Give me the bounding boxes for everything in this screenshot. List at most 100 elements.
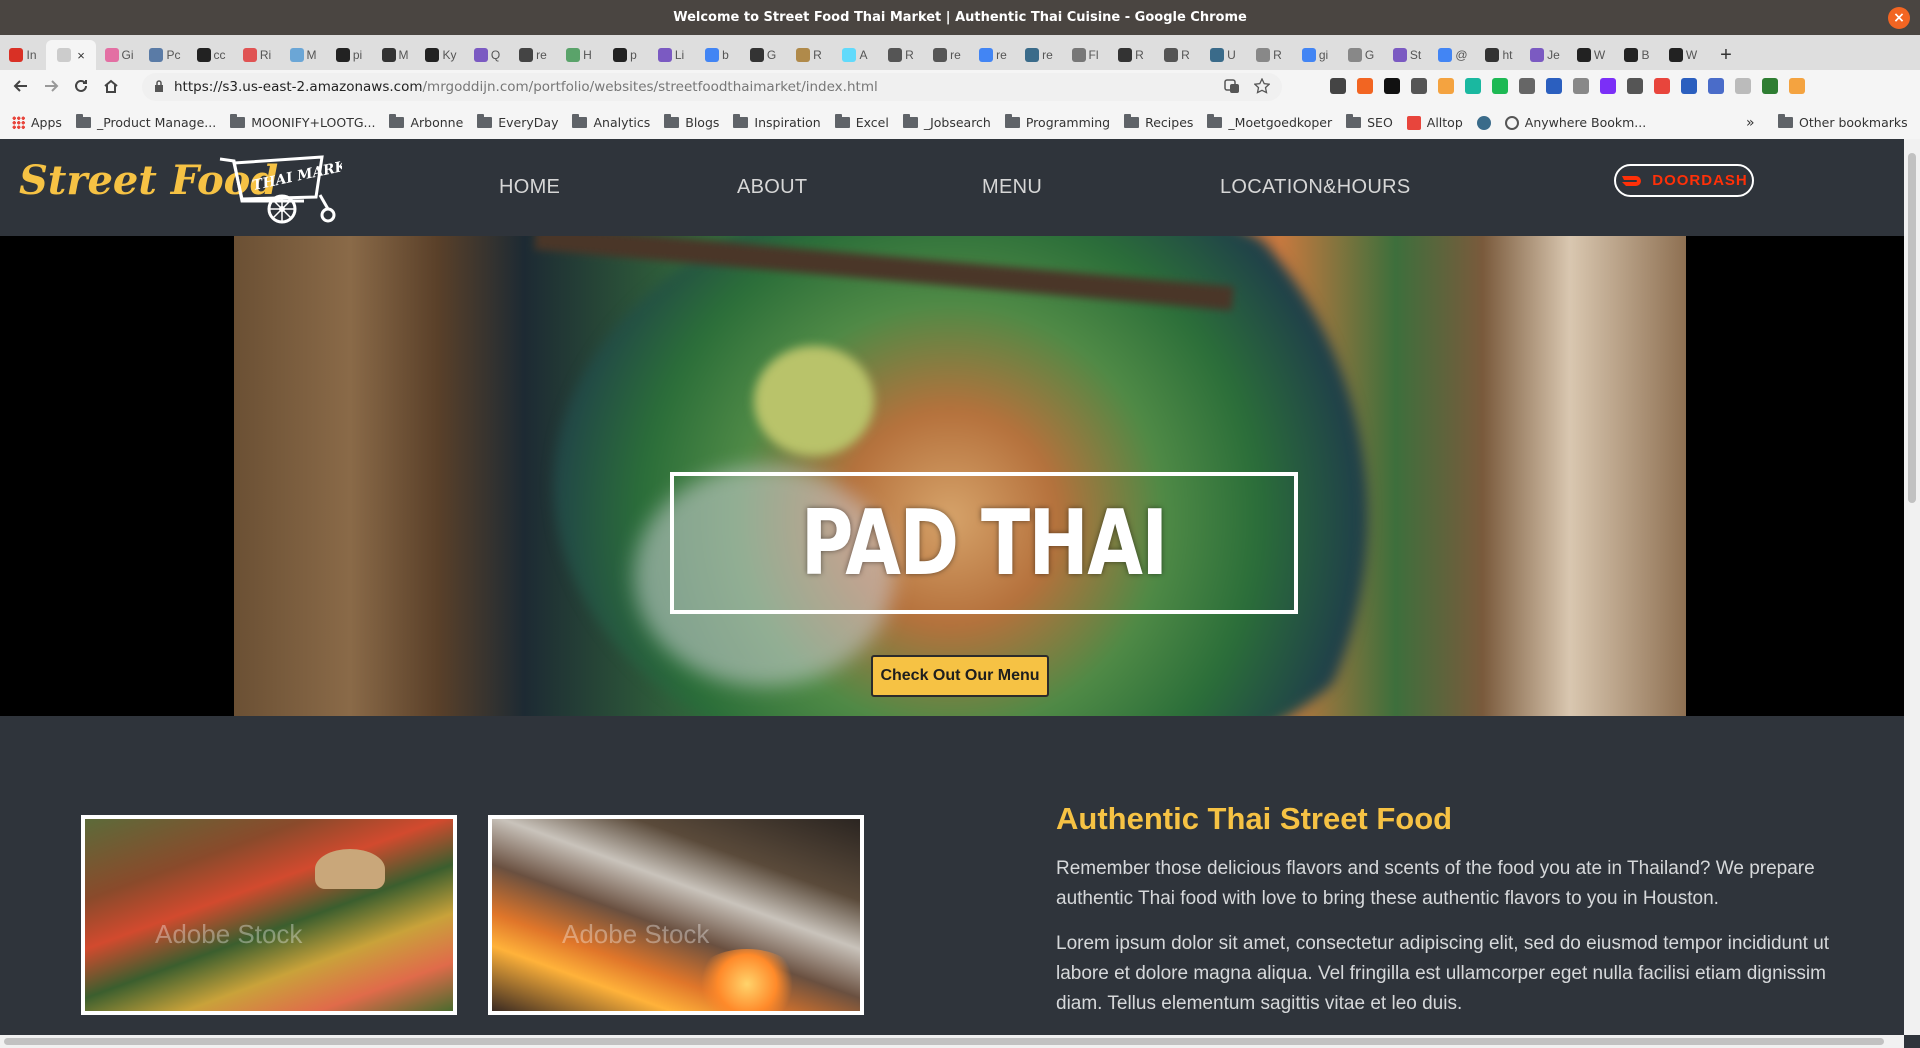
extension-icon[interactable] xyxy=(1735,78,1751,94)
browser-tab[interactable]: p xyxy=(602,40,648,70)
bookmark-label: Recipes xyxy=(1145,115,1194,130)
translate-icon[interactable] xyxy=(1224,78,1240,98)
bookmark-item[interactable]: Excel xyxy=(834,114,889,130)
address-bar[interactable]: https://s3.us-east-2.amazonaws.com/mrgod… xyxy=(142,73,1282,101)
bookmark-item[interactable]: Anywhere Bookm... xyxy=(1504,115,1646,130)
browser-tab[interactable]: cc xyxy=(188,40,234,70)
browser-tab[interactable]: Pc xyxy=(142,40,188,70)
back-button[interactable] xyxy=(6,78,36,99)
browser-tab[interactable]: R xyxy=(1108,40,1154,70)
browser-tab[interactable]: R xyxy=(786,40,832,70)
extension-icon[interactable] xyxy=(1573,78,1589,94)
bookmark-item[interactable]: _Jobsearch xyxy=(902,114,991,130)
bookmark-other[interactable]: Other bookmarks xyxy=(1778,114,1908,130)
extension-icon[interactable] xyxy=(1384,78,1400,94)
tab-close-icon[interactable]: × xyxy=(77,48,85,63)
browser-tab[interactable]: Ky xyxy=(418,40,464,70)
browser-tab[interactable]: St xyxy=(1384,40,1430,70)
extension-icon[interactable] xyxy=(1546,78,1562,94)
browser-tab[interactable]: ht xyxy=(1476,40,1522,70)
window-close-button[interactable]: × xyxy=(1888,7,1910,29)
doordash-button[interactable]: DOORDASH xyxy=(1614,164,1754,197)
bookmark-item[interactable]: Recipes xyxy=(1124,114,1194,130)
browser-tab[interactable]: × xyxy=(46,40,96,70)
browser-tab[interactable]: Fl xyxy=(1062,40,1108,70)
browser-tab[interactable]: M xyxy=(280,40,326,70)
browser-tab[interactable]: A xyxy=(832,40,878,70)
bookmark-item[interactable]: EveryDay xyxy=(477,114,558,130)
browser-tab[interactable]: Je xyxy=(1522,40,1568,70)
extension-icon[interactable] xyxy=(1789,78,1805,94)
nav-location-hours[interactable]: LOCATION&HOURS xyxy=(1220,176,1411,199)
browser-tab[interactable]: Li xyxy=(648,40,694,70)
bookmark-item[interactable]: Programming xyxy=(1004,114,1110,130)
floating-market-photo: Adobe Stock xyxy=(81,815,457,1015)
browser-tab[interactable]: W xyxy=(1660,40,1706,70)
bookmark-item[interactable]: _Moetgoedkoper xyxy=(1207,114,1332,130)
extension-icon[interactable] xyxy=(1330,78,1346,94)
browser-tab[interactable]: re xyxy=(924,40,970,70)
browser-tab[interactable]: @ xyxy=(1430,40,1476,70)
browser-tab[interactable]: H xyxy=(556,40,602,70)
extension-icon[interactable] xyxy=(1681,78,1697,94)
browser-tab[interactable]: re xyxy=(970,40,1016,70)
extension-icon[interactable] xyxy=(1654,78,1670,94)
bookmark-item[interactable]: Arbonne xyxy=(389,114,463,130)
home-button[interactable] xyxy=(96,78,126,99)
extension-icon[interactable] xyxy=(1600,78,1616,94)
browser-tab[interactable]: Q xyxy=(464,40,510,70)
bookmark-item[interactable]: Alltop xyxy=(1406,115,1463,130)
bookmark-item[interactable]: MOONIFY+LOOTG... xyxy=(230,114,375,130)
browser-tab[interactable]: re xyxy=(1016,40,1062,70)
extension-icon[interactable] xyxy=(1519,78,1535,94)
bookmark-star-icon[interactable] xyxy=(1253,77,1271,98)
window-titlebar: Welcome to Street Food Thai Market | Aut… xyxy=(0,0,1920,35)
check-out-menu-button[interactable]: Check Out Our Menu xyxy=(871,655,1049,697)
extension-icon[interactable] xyxy=(1762,78,1778,94)
browser-tab[interactable]: M xyxy=(372,40,418,70)
bookmark-apps[interactable]: Apps xyxy=(12,115,62,130)
vertical-scroll-thumb[interactable] xyxy=(1908,153,1916,503)
browser-tab[interactable]: U xyxy=(1200,40,1246,70)
browser-tab[interactable]: R xyxy=(1154,40,1200,70)
browser-tab[interactable]: R xyxy=(1246,40,1292,70)
bookmark-item[interactable] xyxy=(1476,115,1491,130)
browser-tab[interactable]: G xyxy=(1338,40,1384,70)
browser-tab[interactable]: Ri xyxy=(234,40,280,70)
nav-menu[interactable]: MENU xyxy=(982,176,1042,199)
horizontal-scroll-thumb[interactable] xyxy=(4,1038,1884,1045)
extension-icon[interactable] xyxy=(1492,78,1508,94)
extension-icon[interactable] xyxy=(1411,78,1427,94)
forward-button[interactable] xyxy=(36,78,66,99)
nav-about[interactable]: ABOUT xyxy=(737,176,807,199)
browser-tab[interactable]: B xyxy=(1614,40,1660,70)
browser-tab[interactable]: gi xyxy=(1292,40,1338,70)
extension-icon[interactable] xyxy=(1708,78,1724,94)
browser-tab[interactable]: pi xyxy=(326,40,372,70)
browser-tab[interactable]: W xyxy=(1568,40,1614,70)
nav-home[interactable]: HOME xyxy=(499,176,560,199)
extension-icon[interactable] xyxy=(1627,78,1643,94)
bookmark-item[interactable]: _Product Manage... xyxy=(75,114,216,130)
browser-tab[interactable]: In xyxy=(0,40,46,70)
reload-button[interactable] xyxy=(66,78,96,99)
alltop-icon xyxy=(1406,115,1421,130)
bookmark-list: _Product Manage... MOONIFY+LOOTG... Arbonn… xyxy=(62,114,1646,130)
browser-tab[interactable]: b xyxy=(694,40,740,70)
bookmark-item[interactable]: Inspiration xyxy=(733,114,821,130)
extension-icon[interactable] xyxy=(1357,78,1373,94)
browser-tab[interactable]: R xyxy=(878,40,924,70)
new-tab-button[interactable]: + xyxy=(1706,40,1746,70)
bookmark-item[interactable]: SEO xyxy=(1346,114,1393,130)
thai-market-cart-logo-icon[interactable]: THAI MARKET xyxy=(212,151,342,225)
bookmarks-overflow-button[interactable]: » xyxy=(1746,115,1755,131)
bookmark-item[interactable]: Analytics xyxy=(572,114,650,130)
extension-icon[interactable] xyxy=(1465,78,1481,94)
horizontal-scrollbar[interactable] xyxy=(0,1035,1904,1048)
browser-tab[interactable]: G xyxy=(740,40,786,70)
bookmark-item[interactable]: Blogs xyxy=(664,114,719,130)
browser-tab[interactable]: re xyxy=(510,40,556,70)
extension-icon[interactable] xyxy=(1438,78,1454,94)
vertical-scrollbar[interactable] xyxy=(1904,139,1920,1035)
browser-tab[interactable]: Gi xyxy=(96,40,142,70)
